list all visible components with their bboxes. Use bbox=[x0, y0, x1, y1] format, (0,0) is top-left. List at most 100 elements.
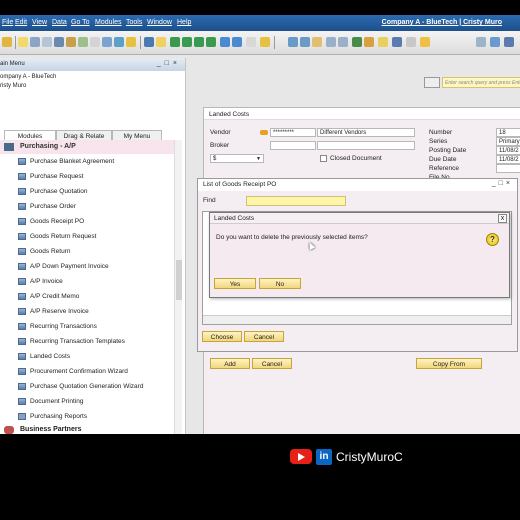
grid-icon[interactable] bbox=[476, 37, 486, 47]
posting-date-field[interactable]: 11/08/2 bbox=[496, 146, 520, 155]
help-icon[interactable] bbox=[420, 37, 430, 47]
window-controls[interactable]: _□× bbox=[492, 180, 513, 187]
menu-item[interactable]: A/P Invoice bbox=[0, 274, 174, 289]
search-input[interactable]: Enter search query and press Enter bbox=[442, 77, 520, 88]
menu-modules[interactable]: Modules bbox=[95, 19, 121, 26]
menu-tools[interactable]: Tools bbox=[126, 19, 142, 26]
menu-item[interactable]: Document Printing bbox=[0, 394, 174, 409]
choose-button[interactable]: Choose bbox=[202, 331, 242, 342]
main-menu-titlebar: ain Menu _□× bbox=[0, 58, 185, 71]
link-arrow-icon[interactable] bbox=[260, 130, 268, 135]
menu-data[interactable]: Data bbox=[52, 19, 67, 26]
target-document-icon[interactable] bbox=[300, 37, 310, 47]
add-button[interactable]: Add bbox=[210, 358, 250, 369]
excel-icon[interactable] bbox=[78, 37, 88, 47]
yes-button[interactable]: Yes bbox=[214, 278, 256, 289]
menu-item[interactable]: A/P Reserve Invoice bbox=[0, 304, 174, 319]
print-icon[interactable] bbox=[54, 37, 64, 47]
menu-item[interactable]: Purchase Order bbox=[0, 199, 174, 214]
grid-horizontal-scrollbar[interactable] bbox=[203, 315, 511, 324]
question-icon[interactable] bbox=[406, 37, 416, 47]
screen-icon[interactable] bbox=[504, 37, 514, 47]
add-icon[interactable] bbox=[156, 37, 166, 47]
series-field[interactable]: Primary bbox=[496, 137, 520, 146]
settings-icon[interactable] bbox=[102, 37, 112, 47]
lock-icon[interactable] bbox=[126, 37, 136, 47]
previous-record-icon[interactable] bbox=[182, 37, 192, 47]
due-date-field[interactable]: 11/08/2 bbox=[496, 155, 520, 164]
base-document-icon[interactable] bbox=[288, 37, 298, 47]
refresh-icon[interactable] bbox=[220, 37, 230, 47]
menu-item[interactable]: A/P Down Payment Invoice bbox=[0, 259, 174, 274]
menu-item[interactable]: Landed Costs bbox=[0, 349, 174, 364]
journal-icon[interactable] bbox=[312, 37, 322, 47]
section-business-partners[interactable]: Business Partners bbox=[0, 424, 174, 434]
calendar-icon[interactable] bbox=[364, 37, 374, 47]
menu-item[interactable]: Recurring Transaction Templates bbox=[0, 334, 174, 349]
menu-goto[interactable]: Go To bbox=[71, 19, 90, 26]
vendor-name-field[interactable]: Different Vendors bbox=[317, 128, 415, 137]
link-icon[interactable] bbox=[232, 37, 242, 47]
window-controls[interactable]: _□× bbox=[157, 60, 181, 67]
layout-icon[interactable] bbox=[246, 37, 256, 47]
menu-window[interactable]: Window bbox=[147, 19, 172, 26]
next-record-icon[interactable] bbox=[194, 37, 204, 47]
number-field[interactable]: 18 bbox=[496, 128, 520, 137]
scrollbar-thumb[interactable] bbox=[176, 260, 182, 300]
menu-item[interactable]: Purchase Blanket Agreement bbox=[0, 154, 174, 169]
menu-item[interactable]: Recurring Transactions bbox=[0, 319, 174, 334]
export-icon[interactable] bbox=[66, 37, 76, 47]
question-icon: ? bbox=[486, 233, 499, 246]
window-layout-icon[interactable] bbox=[490, 37, 500, 47]
email-icon[interactable] bbox=[30, 37, 40, 47]
find-input[interactable] bbox=[246, 196, 346, 206]
first-record-icon[interactable] bbox=[170, 37, 180, 47]
last-record-icon[interactable] bbox=[206, 37, 216, 47]
gross-profit-icon[interactable] bbox=[326, 37, 336, 47]
folder-icon[interactable] bbox=[18, 37, 28, 47]
broker-name-field[interactable] bbox=[317, 141, 415, 150]
menu-item-label: Recurring Transaction Templates bbox=[30, 338, 125, 345]
filter-icon[interactable] bbox=[260, 37, 270, 47]
main-menu-scrollbar[interactable] bbox=[174, 140, 182, 434]
menu-item[interactable]: A/P Credit Memo bbox=[0, 289, 174, 304]
menu-item[interactable]: Goods Return Request bbox=[0, 229, 174, 244]
print-preview-icon[interactable] bbox=[42, 37, 52, 47]
payment-means-icon[interactable] bbox=[338, 37, 348, 47]
form-icon bbox=[18, 323, 26, 330]
no-button[interactable]: No bbox=[259, 278, 301, 289]
cancel-button[interactable]: Cancel bbox=[244, 331, 284, 342]
currency-select[interactable]: $ ▼ bbox=[210, 154, 264, 163]
form-icon bbox=[18, 173, 26, 180]
menu-item[interactable]: Purchase Quotation Generation Wizard bbox=[0, 379, 174, 394]
cancel-button[interactable]: Cancel bbox=[252, 358, 292, 369]
search-icon[interactable] bbox=[424, 77, 440, 88]
message-icon[interactable] bbox=[378, 37, 388, 47]
move-icon[interactable] bbox=[114, 37, 124, 47]
vendor-code-field[interactable]: ********* bbox=[270, 128, 316, 137]
broker-code-field[interactable] bbox=[270, 141, 316, 150]
menu-help[interactable]: Help bbox=[177, 19, 191, 26]
copy-from-button[interactable]: Copy From bbox=[416, 358, 482, 369]
find-icon[interactable] bbox=[144, 37, 154, 47]
form-icon bbox=[18, 218, 26, 225]
menu-item[interactable]: Procurement Confirmation Wizard bbox=[0, 364, 174, 379]
form-settings-icon[interactable] bbox=[392, 37, 402, 47]
section-purchasing[interactable]: Purchasing - A/P bbox=[0, 140, 174, 154]
menu-edit[interactable]: Edit bbox=[15, 19, 27, 26]
menu-file[interactable]: File bbox=[2, 19, 13, 26]
toolbar-tool-icon[interactable] bbox=[2, 37, 12, 47]
toolbar-separator bbox=[274, 36, 275, 49]
menu-item[interactable]: Goods Receipt PO bbox=[0, 214, 174, 229]
menu-item[interactable]: Purchasing Reports bbox=[0, 409, 174, 424]
document-icon[interactable] bbox=[90, 37, 100, 47]
menu-view[interactable]: View bbox=[32, 19, 47, 26]
landed-costs-title: Landed Costs bbox=[204, 108, 520, 120]
closed-document-checkbox[interactable] bbox=[320, 155, 327, 162]
menu-item[interactable]: Purchase Quotation bbox=[0, 184, 174, 199]
close-icon[interactable]: x bbox=[498, 214, 507, 223]
menu-item[interactable]: Goods Return bbox=[0, 244, 174, 259]
reference-field[interactable] bbox=[496, 164, 520, 173]
menu-item[interactable]: Purchase Request bbox=[0, 169, 174, 184]
volume-weight-icon[interactable] bbox=[352, 37, 362, 47]
